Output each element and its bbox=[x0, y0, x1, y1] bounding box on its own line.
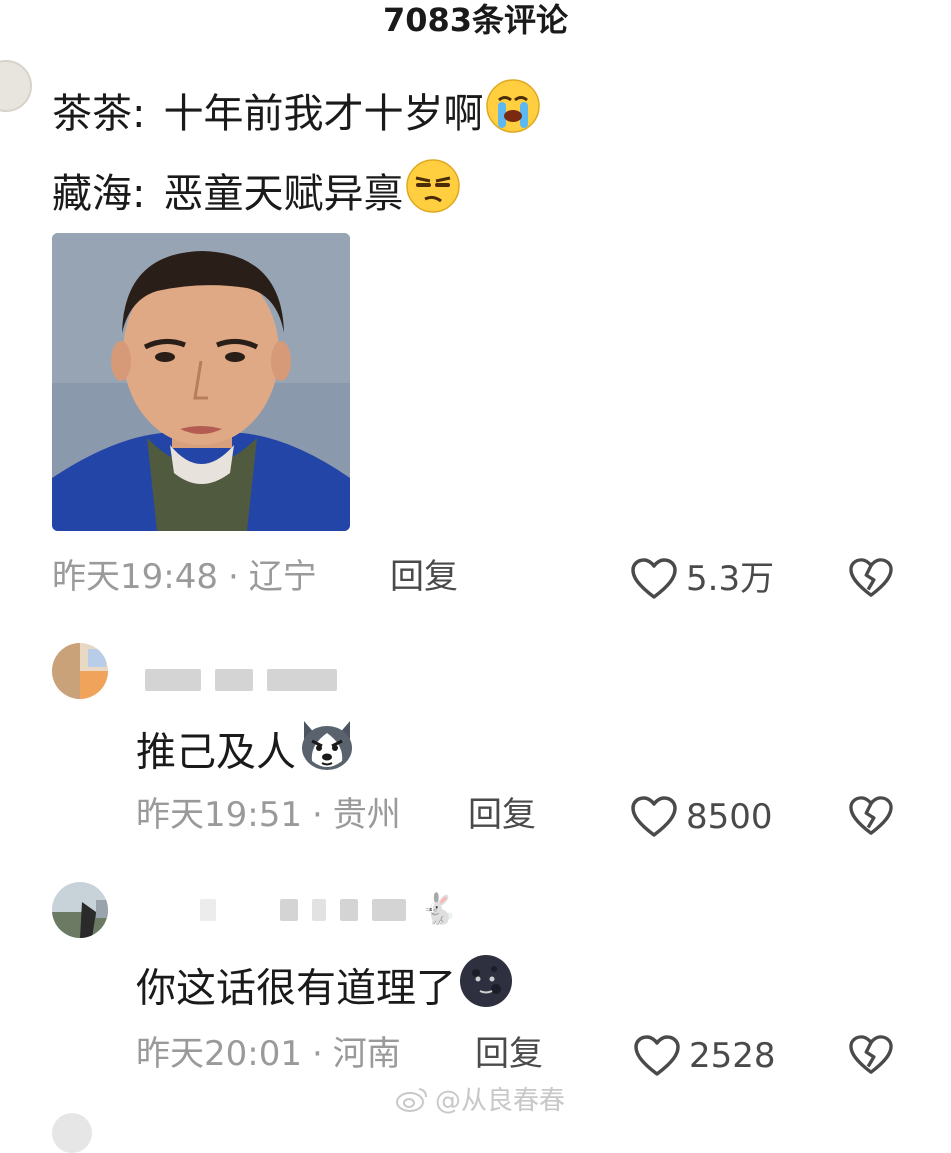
avatar[interactable] bbox=[0, 60, 32, 112]
speaker-name: 藏海: bbox=[52, 170, 146, 217]
comment-line: 藏海: 恶童天赋异禀 bbox=[52, 158, 461, 229]
dislike-button[interactable] bbox=[848, 557, 894, 603]
like-button[interactable]: 5.3万 bbox=[630, 557, 774, 601]
like-button[interactable]: 2528 bbox=[633, 1034, 776, 1078]
speaker-name: 茶茶: bbox=[52, 90, 146, 137]
broken-heart-icon bbox=[849, 1035, 893, 1074]
reply-comment: 推己及人 bbox=[136, 717, 356, 788]
reply-button[interactable]: 回复 bbox=[390, 557, 458, 597]
dislike-button[interactable] bbox=[848, 1034, 894, 1080]
husky-dog-face-icon bbox=[298, 717, 356, 788]
avatar[interactable] bbox=[52, 882, 108, 938]
location: 辽宁 bbox=[248, 557, 317, 597]
rabbit-icon: 🐇 bbox=[420, 892, 458, 927]
smirking-face-icon bbox=[405, 158, 461, 229]
heart-icon bbox=[631, 558, 677, 599]
avatar[interactable] bbox=[52, 1113, 92, 1153]
user-avatar-icon bbox=[52, 643, 108, 699]
username-masked[interactable]: 🐇 bbox=[200, 893, 457, 927]
watermark-text: @从良春春 bbox=[435, 1086, 566, 1116]
heart-icon bbox=[631, 796, 677, 837]
avatar[interactable] bbox=[52, 643, 108, 699]
timestamp: 昨天20:01 bbox=[136, 1034, 302, 1074]
meta-separator: · bbox=[227, 557, 239, 597]
weibo-icon bbox=[396, 1087, 427, 1112]
location: 贵州 bbox=[332, 795, 401, 835]
comment-text: 恶童天赋异禀 bbox=[163, 170, 404, 217]
comment-line: 茶茶: 十年前我才十岁啊 bbox=[52, 78, 541, 149]
comment-text: 你这话很有道理了 bbox=[136, 965, 456, 1012]
watermark: @从良春春 bbox=[395, 1080, 565, 1117]
heart-icon bbox=[634, 1035, 680, 1076]
location: 河南 bbox=[332, 1034, 401, 1074]
comment-count-title: 7083条评论 bbox=[382, 1, 569, 39]
reply-button[interactable]: 回复 bbox=[468, 795, 536, 835]
timestamp: 昨天19:48 bbox=[52, 557, 218, 597]
timestamp: 昨天19:51 bbox=[136, 795, 302, 835]
user-avatar-icon bbox=[52, 882, 108, 938]
comment-meta: 昨天20:01 · 河南 bbox=[136, 1034, 401, 1074]
meta-separator: · bbox=[311, 1034, 323, 1074]
reply-comment: 你这话很有道理了 bbox=[136, 953, 514, 1024]
broken-heart-icon bbox=[849, 796, 893, 835]
comment-photo[interactable] bbox=[52, 233, 350, 531]
crying-face-icon bbox=[485, 78, 541, 149]
comment-text: 推己及人 bbox=[136, 729, 296, 776]
new-moon-face-icon bbox=[458, 953, 514, 1024]
like-count: 2528 bbox=[689, 1036, 776, 1076]
comment-meta: 昨天19:51 · 贵州 bbox=[136, 795, 401, 835]
comment-text: 十年前我才十岁啊 bbox=[163, 90, 484, 137]
like-button[interactable]: 8500 bbox=[630, 795, 773, 839]
like-count: 5.3万 bbox=[686, 559, 775, 599]
broken-heart-icon bbox=[849, 558, 893, 597]
portrait-photo-icon bbox=[52, 233, 350, 531]
dislike-button[interactable] bbox=[848, 795, 894, 841]
comment-meta: 昨天19:48 · 辽宁 bbox=[52, 557, 317, 597]
meta-separator: · bbox=[311, 795, 323, 835]
reply-button[interactable]: 回复 bbox=[475, 1034, 543, 1074]
like-count: 8500 bbox=[686, 797, 773, 837]
username-masked[interactable] bbox=[145, 663, 337, 697]
